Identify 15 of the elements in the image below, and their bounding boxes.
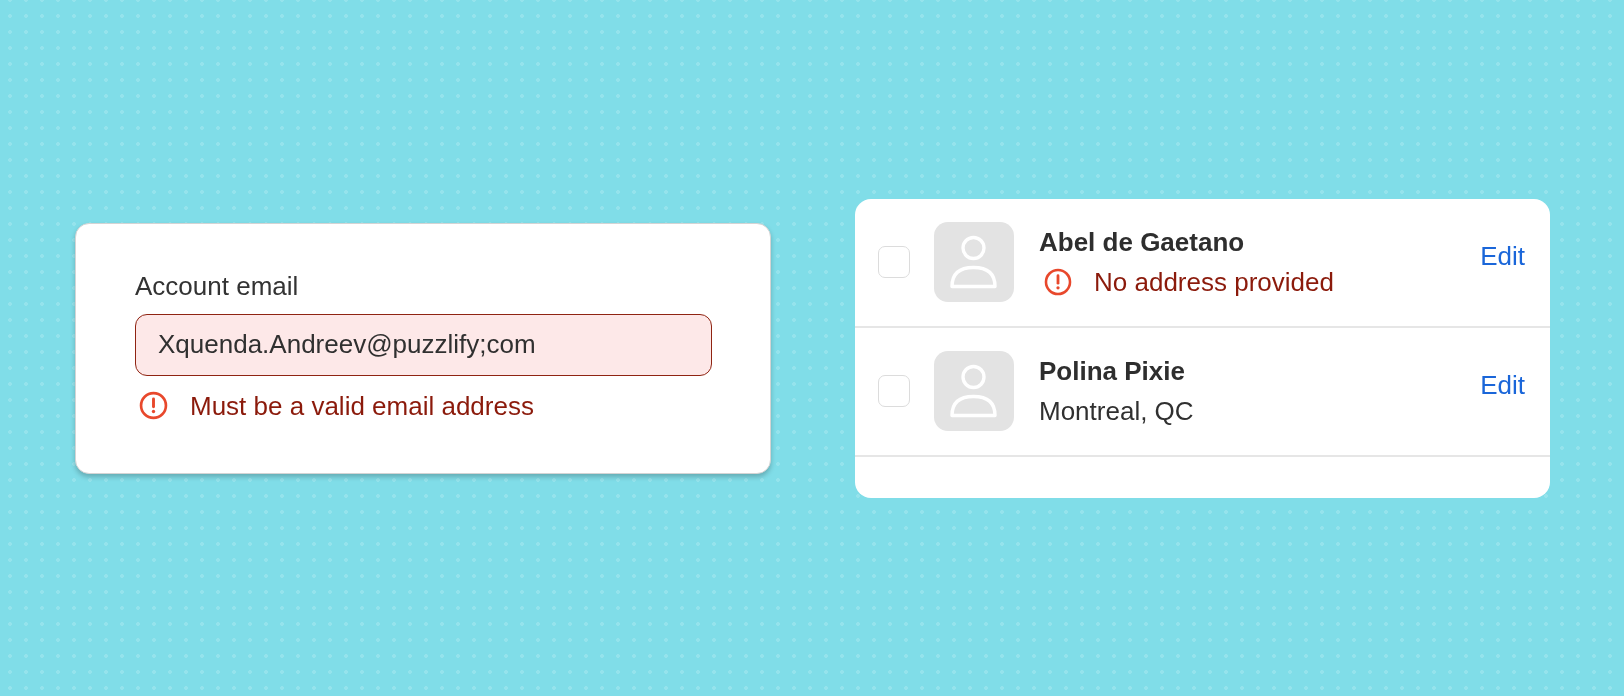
contact-name: Abel de Gaetano bbox=[1039, 226, 1245, 259]
alert-icon bbox=[1044, 268, 1072, 296]
checkbox[interactable] bbox=[878, 375, 910, 407]
edit-link[interactable]: Edit bbox=[1480, 240, 1525, 272]
contact-name: Polina Pixie bbox=[1039, 355, 1185, 388]
error-message: No address provided bbox=[1094, 266, 1334, 298]
contact-address: Montreal, QC bbox=[1039, 395, 1194, 428]
alert-icon bbox=[139, 391, 168, 420]
error-message: Must be a valid email address bbox=[190, 389, 534, 422]
person-icon bbox=[934, 222, 1014, 302]
field-label: Account email bbox=[135, 269, 299, 302]
email-field[interactable]: Xquenda.Andreev@puzzlify;com bbox=[135, 313, 712, 376]
person-icon bbox=[934, 351, 1014, 431]
edit-link[interactable]: Edit bbox=[1480, 369, 1525, 401]
checkbox[interactable] bbox=[878, 246, 910, 278]
